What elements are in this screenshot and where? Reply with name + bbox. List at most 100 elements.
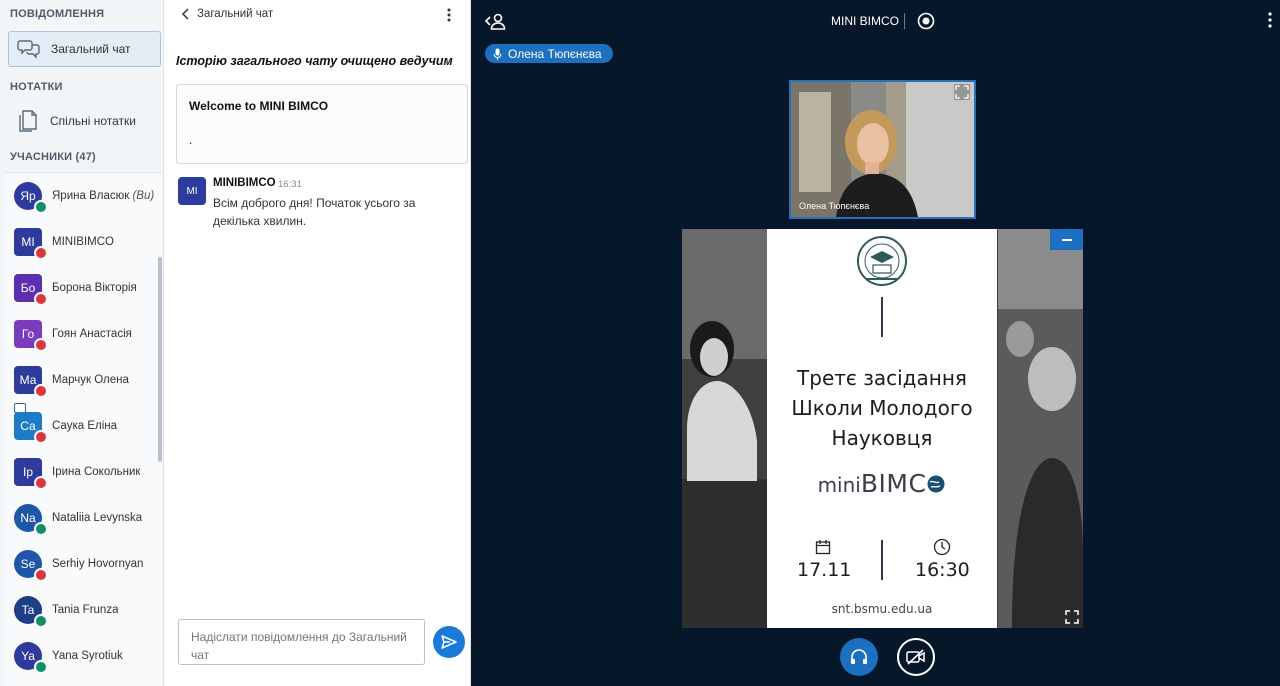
shared-notes-item[interactable]: Спільні нотатки: [8, 103, 161, 139]
talking-indicator: Олена Тюпєнєва: [485, 44, 613, 63]
user-name: MINIBIMCO: [52, 236, 114, 248]
user-name: Nataliia Levynska: [52, 512, 143, 524]
avatar: Ма: [14, 366, 48, 398]
video-button[interactable]: [897, 638, 935, 676]
avatar: Бо: [14, 274, 48, 306]
message-author: MINIBIMCO: [213, 177, 276, 189]
notes-icon: [14, 107, 42, 135]
muted-mic-badge-icon: [34, 292, 48, 306]
message-text: Всім доброго дня! Початок усього за декі…: [213, 196, 416, 228]
divider-center: [881, 540, 883, 580]
avatar: Яр: [14, 182, 48, 214]
avatar: Ta: [14, 596, 48, 628]
user-name: Саука Еліна: [52, 420, 118, 432]
muted-mic-badge-icon: [34, 476, 48, 490]
options-kebab-icon[interactable]: [1268, 12, 1272, 33]
welcome-body: .: [189, 133, 193, 147]
expand-icon[interactable]: [954, 84, 970, 100]
leave-icon[interactable]: [484, 12, 507, 37]
user-row[interactable]: Ta Tania Frunza: [4, 587, 158, 633]
headphones-icon: [851, 649, 867, 664]
webcam-user-name: Олена Тюпєнєва: [799, 201, 870, 211]
microphone-icon: [493, 48, 502, 60]
minimize-presentation-button[interactable]: [1050, 229, 1083, 250]
user-row[interactable]: Яр Ярина Власюк (Ви): [4, 173, 158, 219]
headphones-badge-icon: [34, 660, 48, 674]
messages-section-title: ПОВІДОМЛЕННЯ: [10, 8, 105, 20]
avatar: Ір: [14, 458, 48, 490]
user-name: Serhiy Hovornyan: [52, 558, 144, 570]
users-section-title: УЧАСНИКИ (47): [10, 151, 96, 163]
avatar: Se: [14, 550, 48, 582]
shared-notes-label: Спільні нотатки: [50, 114, 136, 128]
user-name: Марчук Олена: [52, 374, 129, 386]
user-name: Ірина Сокольник: [52, 466, 141, 478]
chat-header: Загальний чат: [165, 6, 471, 26]
public-chat-label: Загальний чат: [51, 42, 131, 56]
avatar: Ya: [14, 642, 48, 674]
talker-name: Олена Тюпєнєва: [508, 46, 602, 61]
camera-off-icon: [906, 649, 925, 665]
slide-website: snt.bsmu.edu.ua: [831, 602, 933, 616]
user-name: Tania Frunza: [52, 604, 119, 616]
user-row[interactable]: Ya Yana Syrotiuk: [4, 633, 158, 679]
chat-cleared-notice: Історію загального чату очищено ведучим: [176, 54, 453, 68]
slide-brand: miniBIMC: [767, 469, 997, 498]
webcam-tile[interactable]: Олена Тюпєнєва: [789, 80, 976, 219]
user-row[interactable]: MI MINIBIMCO: [4, 219, 158, 265]
chat-message-input[interactable]: [178, 619, 425, 665]
headphones-badge-icon: [34, 522, 48, 536]
message-time: 16:31: [278, 179, 302, 190]
user-name: Гоян Анастасія: [52, 328, 132, 340]
user-row[interactable]: Ір Ірина Сокольник: [4, 449, 158, 495]
welcome-box: Welcome to MINI BIMCO .: [176, 84, 468, 164]
user-row[interactable]: Бо Борона Вікторія: [4, 265, 158, 311]
chat-title[interactable]: Загальний чат: [197, 8, 273, 20]
send-icon: [441, 635, 457, 649]
muted-mic-badge-icon: [34, 430, 48, 444]
chat-panel: Загальний чат Історію загального чату оч…: [165, 0, 471, 686]
slide-time: 16:30: [915, 559, 970, 581]
presentation-slide[interactable]: Третє засідання Школи Молодого Науковця …: [682, 229, 1083, 628]
clock-icon: [933, 538, 951, 556]
welcome-title: Welcome to MINI BIMCO: [189, 99, 329, 113]
chat-icon: [15, 35, 43, 63]
notes-section-title: НОТАТКИ: [10, 81, 63, 93]
main-area: MINI BIMCO Олена Тюпєнєва Олена Тюпєнєва: [471, 0, 1280, 686]
avatar: Na: [14, 504, 48, 536]
title-separator: [904, 13, 905, 29]
muted-mic-badge-icon: [34, 568, 48, 582]
sidebar: ПОВІДОМЛЕННЯ Загальний чат НОТАТКИ Спіль…: [0, 0, 164, 686]
send-button[interactable]: [433, 626, 465, 658]
user-row[interactable]: Го Гоян Анастасія: [4, 311, 158, 357]
slide-title-line3: Науковця: [831, 426, 933, 450]
calendar-icon: [815, 540, 831, 555]
headphones-badge-icon: [34, 614, 48, 628]
audio-button[interactable]: [840, 638, 878, 676]
meeting-title: MINI BIMCO: [831, 14, 899, 28]
public-chat-item[interactable]: Загальний чат: [8, 31, 161, 67]
user-row[interactable]: Se Serhiy Hovornyan: [4, 541, 158, 587]
divider-top: [881, 297, 883, 337]
headphones-badge-icon: [34, 200, 48, 214]
avatar: MI: [14, 228, 48, 260]
slide-date: 17.11: [797, 559, 852, 581]
user-row[interactable]: Са Саука Еліна: [4, 403, 158, 449]
user-list-scrollbar[interactable]: [158, 257, 162, 462]
user-list: Яр Ярина Власюк (Ви) MI MINIBIMCO Бо Бор…: [4, 172, 162, 686]
user-name: Борона Вікторія: [52, 282, 137, 294]
kebab-icon[interactable]: [447, 8, 457, 25]
avatar: Го: [14, 320, 48, 352]
expand-icon[interactable]: [1061, 606, 1083, 628]
record-icon[interactable]: [917, 12, 935, 35]
school-logo-icon: [857, 236, 907, 286]
muted-mic-badge-icon: [34, 246, 48, 260]
user-row[interactable]: Na Nataliia Levynska: [4, 495, 158, 541]
user-row[interactable]: Ма Марчук Олена: [4, 357, 158, 403]
globe-icon: [927, 475, 945, 493]
muted-mic-badge-icon: [34, 384, 48, 398]
user-name: Ярина Власюк (Ви): [52, 190, 155, 202]
minimize-icon: [1062, 239, 1072, 241]
slide-card: Третє засідання Школи Молодого Науковця …: [767, 229, 997, 628]
back-icon[interactable]: [181, 8, 191, 23]
